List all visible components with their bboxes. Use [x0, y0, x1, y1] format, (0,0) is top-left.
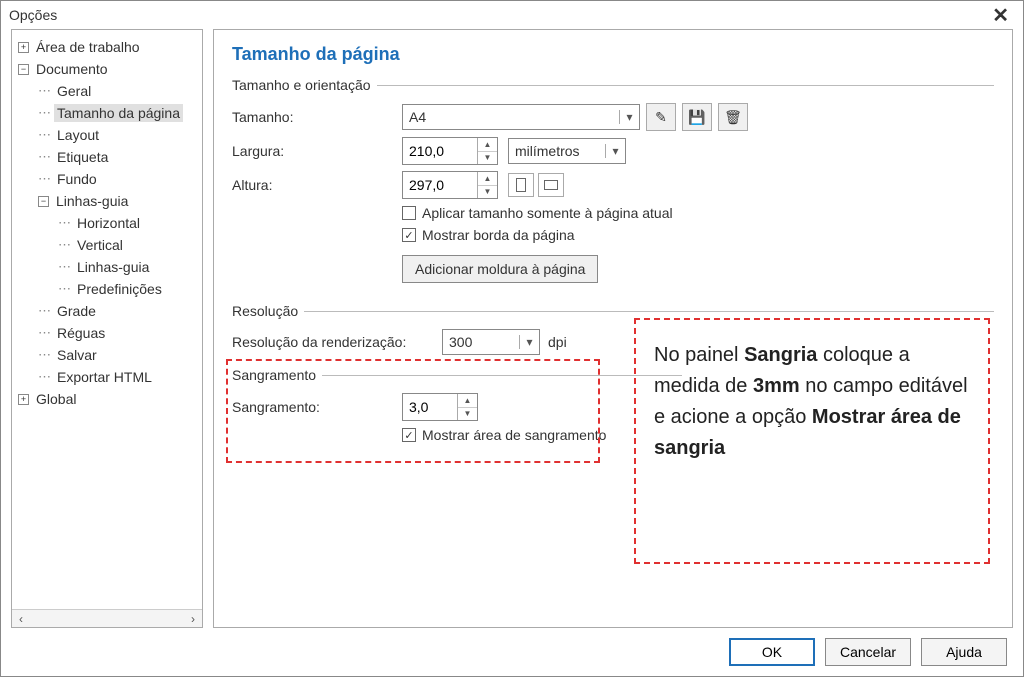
window-title: Opções — [9, 7, 57, 23]
dialog-body: + Área de trabalho − Documento ⋯ Geral ⋯… — [11, 29, 1013, 628]
close-icon[interactable]: ✕ — [986, 3, 1015, 28]
tree-item-linhas-guia-sub[interactable]: ⋯ Linhas-guia — [16, 256, 198, 278]
label-bleed: Sangramento: — [232, 399, 402, 415]
orientation-landscape-button[interactable] — [538, 173, 564, 197]
tree-item-predefinicoes[interactable]: ⋯ Predefinições — [16, 278, 198, 300]
group-size-orientation: Tamanho e orientação — [232, 77, 994, 93]
tree-item-linhas-guia[interactable]: − Linhas-guia — [16, 190, 198, 212]
checkbox-checked-icon: ✓ — [402, 428, 416, 442]
titlebar: Opções ✕ — [1, 1, 1023, 29]
tree-item-geral[interactable]: ⋯ Geral — [16, 80, 198, 102]
tree-item-vertical[interactable]: ⋯ Vertical — [16, 234, 198, 256]
spin-up-icon[interactable]: ▲ — [478, 172, 497, 186]
save-icon[interactable]: 💾 — [682, 103, 712, 131]
tree-item-etiqueta[interactable]: ⋯ Etiqueta — [16, 146, 198, 168]
tree-item-tamanho-pagina[interactable]: ⋯ Tamanho da página — [16, 102, 198, 124]
scroll-right-icon[interactable]: › — [184, 611, 202, 627]
main-pane: Tamanho da página Tamanho e orientação T… — [213, 29, 1013, 628]
tree-item-documento[interactable]: − Documento — [16, 58, 198, 80]
label-width: Largura: — [232, 143, 402, 159]
collapse-icon[interactable]: − — [18, 64, 29, 75]
edit-icon[interactable]: ✎ — [646, 103, 676, 131]
spin-up-icon[interactable]: ▲ — [478, 138, 497, 152]
landscape-icon — [544, 180, 558, 190]
spin-down-icon[interactable]: ▼ — [478, 152, 497, 165]
checkbox-unchecked-icon — [402, 206, 416, 220]
orientation-portrait-button[interactable] — [508, 173, 534, 197]
spin-down-icon[interactable]: ▼ — [458, 408, 477, 421]
dialog-footer: OK Cancelar Ajuda — [1, 628, 1023, 676]
width-spinner[interactable]: ▲▼ — [402, 137, 498, 165]
tree-item-grade[interactable]: ⋯ Grade — [16, 300, 198, 322]
label-size: Tamanho: — [232, 109, 402, 125]
checkbox-apply-current-page[interactable]: Aplicar tamanho somente à página atual — [402, 205, 994, 221]
group-resolution: Resolução — [232, 303, 994, 319]
chevron-down-icon: ▾ — [519, 335, 539, 349]
spin-down-icon[interactable]: ▼ — [478, 186, 497, 199]
tree-item-layout[interactable]: ⋯ Layout — [16, 124, 198, 146]
unit-dpi: dpi — [548, 334, 567, 350]
tree-item-horizontal[interactable]: ⋯ Horizontal — [16, 212, 198, 234]
height-spinner[interactable]: ▲▼ — [402, 171, 498, 199]
bleed-spinner[interactable]: ▲▼ — [402, 393, 478, 421]
width-input[interactable] — [403, 138, 477, 164]
tree-item-area-trabalho[interactable]: + Área de trabalho — [16, 36, 198, 58]
tree-item-reguas[interactable]: ⋯ Réguas — [16, 322, 198, 344]
horizontal-scrollbar[interactable]: ‹ › — [12, 609, 202, 627]
tree-content: + Área de trabalho − Documento ⋯ Geral ⋯… — [12, 30, 202, 609]
unit-combo[interactable]: milímetros ▾ — [508, 138, 626, 164]
help-button[interactable]: Ajuda — [921, 638, 1007, 666]
bleed-input[interactable] — [403, 394, 457, 420]
size-combo[interactable]: A4 ▾ — [402, 104, 640, 130]
collapse-icon[interactable]: − — [38, 196, 49, 207]
tree-item-exportar-html[interactable]: ⋯ Exportar HTML — [16, 366, 198, 388]
expand-icon[interactable]: + — [18, 42, 29, 53]
checkbox-checked-icon: ✓ — [402, 228, 416, 242]
expand-icon[interactable]: + — [18, 394, 29, 405]
chevron-down-icon: ▾ — [605, 144, 625, 158]
tree-pane: + Área de trabalho − Documento ⋯ Geral ⋯… — [11, 29, 203, 628]
tree-item-fundo[interactable]: ⋯ Fundo — [16, 168, 198, 190]
add-frame-button[interactable]: Adicionar moldura à página — [402, 255, 598, 283]
spin-up-icon[interactable]: ▲ — [458, 394, 477, 408]
label-height: Altura: — [232, 177, 402, 193]
trash-icon[interactable]: 🗑 — [718, 103, 748, 131]
height-input[interactable] — [403, 172, 477, 198]
ok-button[interactable]: OK — [729, 638, 815, 666]
portrait-icon — [516, 178, 526, 192]
tree-item-salvar[interactable]: ⋯ Salvar — [16, 344, 198, 366]
annotation-callout: No painel Sangria coloque a medida de 3m… — [634, 318, 990, 564]
tree-item-global[interactable]: + Global — [16, 388, 198, 410]
chevron-down-icon: ▾ — [619, 110, 639, 124]
page-title: Tamanho da página — [232, 44, 994, 65]
scroll-track[interactable] — [30, 611, 184, 627]
scroll-left-icon[interactable]: ‹ — [12, 611, 30, 627]
checkbox-show-page-border[interactable]: ✓ Mostrar borda da página — [402, 227, 994, 243]
options-dialog: Opções ✕ + Área de trabalho − Documento … — [0, 0, 1024, 677]
label-render-resolution: Resolução da renderização: — [232, 334, 442, 350]
cancel-button[interactable]: Cancelar — [825, 638, 911, 666]
resolution-combo[interactable]: 300 ▾ — [442, 329, 540, 355]
